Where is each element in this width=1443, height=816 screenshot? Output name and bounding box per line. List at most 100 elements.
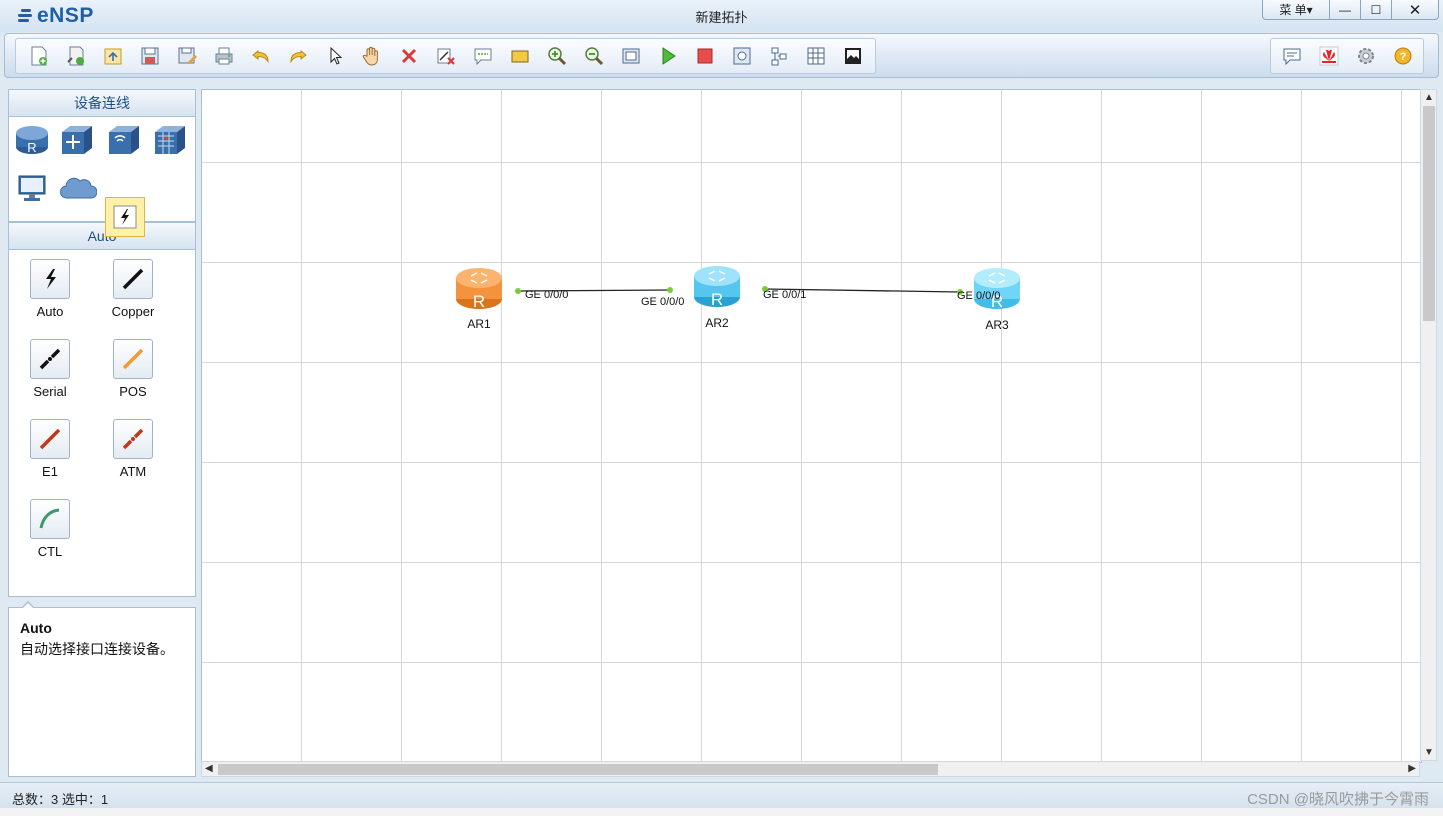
pos-cable-icon bbox=[113, 339, 153, 379]
topology-canvas[interactable]: R AR1 R AR2 R AR3 GE 0/0/0 GE 0/0/0 GE 0… bbox=[201, 89, 1422, 763]
maximize-button[interactable]: ☐ bbox=[1361, 0, 1392, 20]
help-icon[interactable]: ? bbox=[1384, 39, 1421, 73]
start-device-icon[interactable] bbox=[649, 39, 686, 73]
cable-item-e1[interactable]: E1 bbox=[10, 419, 90, 479]
status-bar: 总数：3 选中：1 CSDN @晓风吹拂于今霄雨 bbox=[0, 782, 1443, 809]
firewall-category-icon[interactable] bbox=[151, 121, 189, 159]
scroll-left-icon[interactable]: ◀ bbox=[205, 763, 213, 774]
link-layer bbox=[515, 286, 963, 295]
auto-cable-icon bbox=[30, 259, 70, 299]
minimize-button[interactable]: — bbox=[1330, 0, 1361, 20]
router-ar1-label: AR1 bbox=[467, 317, 491, 331]
undo-icon[interactable] bbox=[242, 39, 279, 73]
router-ar3-icon: R bbox=[974, 268, 1020, 311]
svg-text:R: R bbox=[473, 292, 485, 311]
cable-type-list: Auto Copper Serial POS E1 ATM CTL bbox=[8, 250, 196, 597]
toolbar-right-group: ? bbox=[1270, 38, 1424, 74]
cable-item-ctl[interactable]: CTL bbox=[10, 499, 90, 559]
title-bar: eNSP 新建拓扑 菜 单▾ — ☐ ✕ bbox=[0, 0, 1443, 32]
router-ar3-label: AR3 bbox=[985, 318, 1009, 332]
port-status-dot bbox=[515, 288, 521, 294]
rectangle-icon[interactable] bbox=[501, 39, 538, 73]
main-toolbar: ? bbox=[4, 33, 1439, 78]
cable-label: E1 bbox=[42, 464, 58, 479]
e1-cable-icon bbox=[30, 419, 70, 459]
zoom-out-icon[interactable] bbox=[575, 39, 612, 73]
cable-label: Copper bbox=[111, 304, 155, 319]
settings-gear-icon[interactable] bbox=[1347, 39, 1384, 73]
description-title: Auto bbox=[20, 620, 52, 636]
cable-item-auto[interactable]: Auto bbox=[10, 259, 90, 319]
cables-panel-title: Auto bbox=[8, 222, 196, 250]
port-label-ar2-ge000: GE 0/0/0 bbox=[641, 296, 685, 308]
description-box: Auto 自动选择接口连接设备。 bbox=[8, 601, 196, 777]
router-ar1[interactable]: R bbox=[454, 266, 504, 312]
print-icon[interactable] bbox=[205, 39, 242, 73]
devices-panel-title: 设备连线 bbox=[8, 89, 196, 117]
toolbar-left-group bbox=[15, 38, 876, 74]
close-button[interactable]: ✕ bbox=[1392, 0, 1439, 20]
router-ar2-label: AR2 bbox=[705, 316, 729, 330]
logo-text: eNSP bbox=[37, 4, 94, 27]
switch-category-icon[interactable] bbox=[58, 121, 96, 159]
wireless-category-icon[interactable] bbox=[105, 121, 143, 159]
topology-icon[interactable] bbox=[760, 39, 797, 73]
csdn-watermark: CSDN @晓风吹拂于今霄雨 bbox=[1247, 791, 1429, 808]
serial-cable-icon bbox=[30, 339, 70, 379]
atm-cable-icon bbox=[113, 419, 153, 459]
svg-text:?: ? bbox=[1399, 51, 1406, 63]
pc-category-icon[interactable] bbox=[13, 169, 51, 207]
status-count-text: 总数：3 选中：1 bbox=[12, 792, 109, 807]
select-pointer-icon[interactable] bbox=[316, 39, 353, 73]
left-panel: 设备连线 R Auto Auto Copper Serial POS E1 AT… bbox=[8, 89, 196, 777]
vertical-scroll-thumb[interactable] bbox=[1423, 106, 1435, 321]
scroll-right-icon[interactable]: ▶ bbox=[1408, 763, 1416, 774]
hand-pan-icon[interactable] bbox=[353, 39, 390, 73]
topology-image-icon[interactable] bbox=[834, 39, 871, 73]
horizontal-scrollbar[interactable]: ◀ ▶ bbox=[201, 761, 1420, 777]
zoom-in-icon[interactable] bbox=[538, 39, 575, 73]
router-ar3[interactable]: R bbox=[972, 266, 1022, 312]
stop-device-icon[interactable] bbox=[686, 39, 723, 73]
delete-link-icon[interactable] bbox=[427, 39, 464, 73]
scroll-up-icon[interactable]: ▲ bbox=[1424, 92, 1434, 103]
huawei-icon[interactable] bbox=[1310, 39, 1347, 73]
save-as-icon[interactable] bbox=[168, 39, 205, 73]
bottom-strip bbox=[0, 808, 1443, 816]
router-ar1-icon: R bbox=[456, 268, 502, 311]
scroll-down-icon[interactable]: ▼ bbox=[1424, 747, 1434, 758]
port-label-ar3-ge000: GE 0/0/0 bbox=[957, 290, 1001, 302]
save-icon[interactable] bbox=[131, 39, 168, 73]
fit-view-icon[interactable] bbox=[612, 39, 649, 73]
cloud-category-icon[interactable] bbox=[59, 169, 97, 207]
delete-icon[interactable] bbox=[390, 39, 427, 73]
chat-icon[interactable] bbox=[1273, 39, 1310, 73]
cable-item-serial[interactable]: Serial bbox=[10, 339, 90, 399]
cable-item-atm[interactable]: ATM bbox=[93, 419, 173, 479]
capture-icon[interactable] bbox=[723, 39, 760, 73]
cable-label: POS bbox=[119, 384, 147, 399]
text-note-icon[interactable] bbox=[464, 39, 501, 73]
device-category-list: R bbox=[8, 117, 196, 237]
new-test-icon[interactable] bbox=[57, 39, 94, 73]
port-label-ar2-ge001: GE 0/0/1 bbox=[763, 289, 807, 301]
svg-text:R: R bbox=[711, 290, 723, 309]
port-status-dot bbox=[667, 287, 673, 293]
link-category-icon[interactable] bbox=[105, 197, 145, 237]
cable-item-copper[interactable]: Copper bbox=[93, 259, 173, 319]
cable-item-pos[interactable]: POS bbox=[93, 339, 173, 399]
router-ar2[interactable]: R bbox=[692, 264, 742, 310]
port-label-ar1-ge000: GE 0/0/0 bbox=[525, 289, 569, 301]
redo-icon[interactable] bbox=[279, 39, 316, 73]
router-ar2-icon: R bbox=[694, 266, 740, 309]
cable-label: CTL bbox=[37, 544, 63, 559]
new-topology-icon[interactable] bbox=[20, 39, 57, 73]
main-menu-button[interactable]: 菜 单▾ bbox=[1262, 0, 1330, 20]
window-controls: 菜 单▾ — ☐ ✕ bbox=[1262, 0, 1439, 20]
grid-icon[interactable] bbox=[797, 39, 834, 73]
router-category-icon[interactable]: R bbox=[13, 121, 51, 159]
open-icon[interactable] bbox=[94, 39, 131, 73]
ensp-logo: eNSP bbox=[16, 4, 94, 28]
vertical-scrollbar[interactable]: ▲ ▼ bbox=[1420, 89, 1437, 761]
horizontal-scroll-thumb[interactable] bbox=[218, 764, 938, 775]
